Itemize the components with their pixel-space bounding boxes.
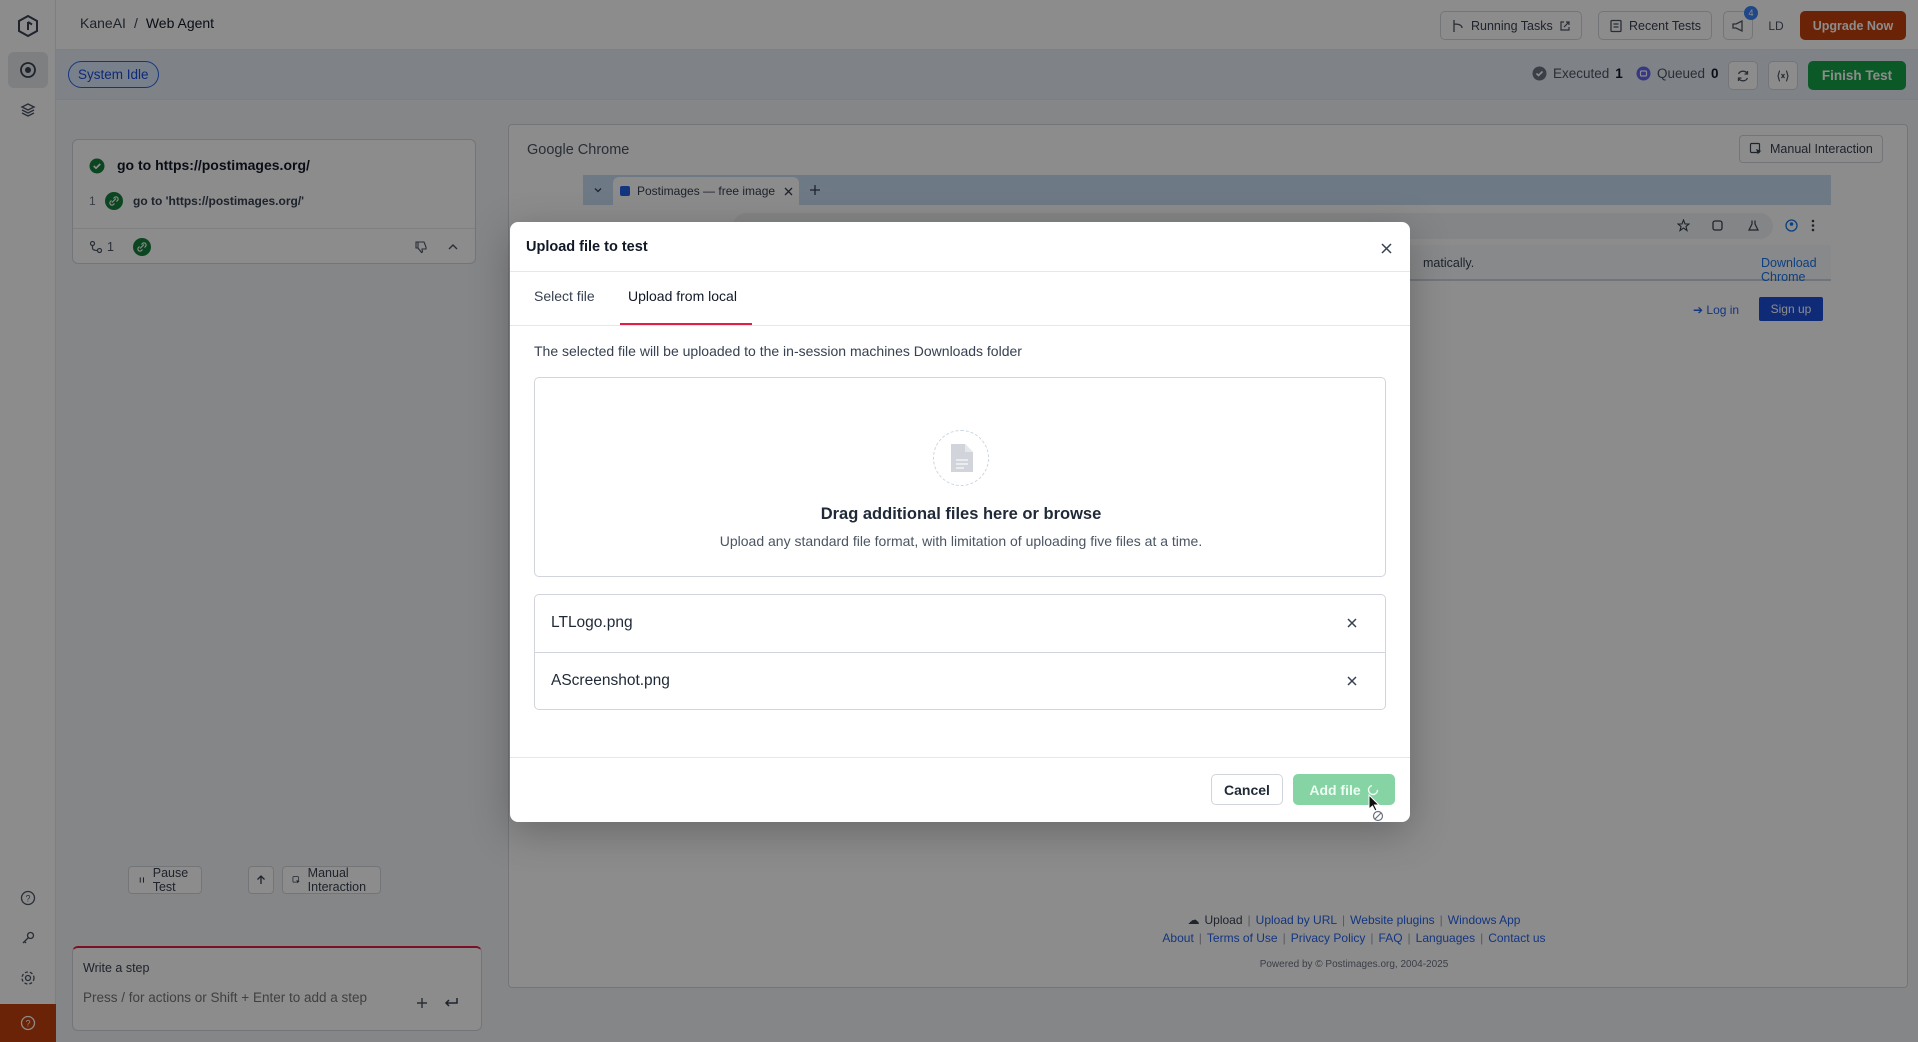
modal-title: Upload file to test: [526, 239, 648, 255]
remove-file-button[interactable]: [1343, 672, 1361, 690]
mouse-cursor-icon: [1368, 794, 1384, 822]
tab-select-file[interactable]: Select file: [534, 288, 595, 304]
dropzone-heading: Drag additional files here or browse: [820, 505, 1102, 523]
remove-file-button[interactable]: [1343, 614, 1361, 632]
tab-upload-from-local[interactable]: Upload from local: [628, 288, 737, 304]
add-file-label: Add file: [1309, 781, 1361, 798]
close-icon: [1347, 676, 1357, 686]
divider: [510, 325, 1410, 326]
dropzone-subtext: Upload any standard file format, with li…: [719, 533, 1203, 549]
selected-file-list: LTLogo.png AScreenshot.png: [534, 594, 1386, 710]
modal-close-button[interactable]: [1376, 238, 1396, 258]
file-name: LTLogo.png: [551, 614, 633, 631]
cancel-button[interactable]: Cancel: [1211, 774, 1283, 805]
close-icon: [1380, 242, 1392, 254]
upload-file-modal: Upload file to test Select file Upload f…: [510, 222, 1410, 822]
divider: [510, 757, 1410, 758]
close-icon: [1347, 618, 1357, 628]
file-icon: [933, 430, 989, 486]
file-dropzone[interactable]: Drag additional files here or browse Upl…: [534, 377, 1386, 577]
divider: [510, 271, 1410, 272]
upload-description: The selected file will be uploaded to th…: [534, 343, 1022, 359]
file-row: LTLogo.png: [535, 595, 1385, 652]
file-row: AScreenshot.png: [535, 652, 1385, 709]
file-name: AScreenshot.png: [551, 672, 670, 689]
